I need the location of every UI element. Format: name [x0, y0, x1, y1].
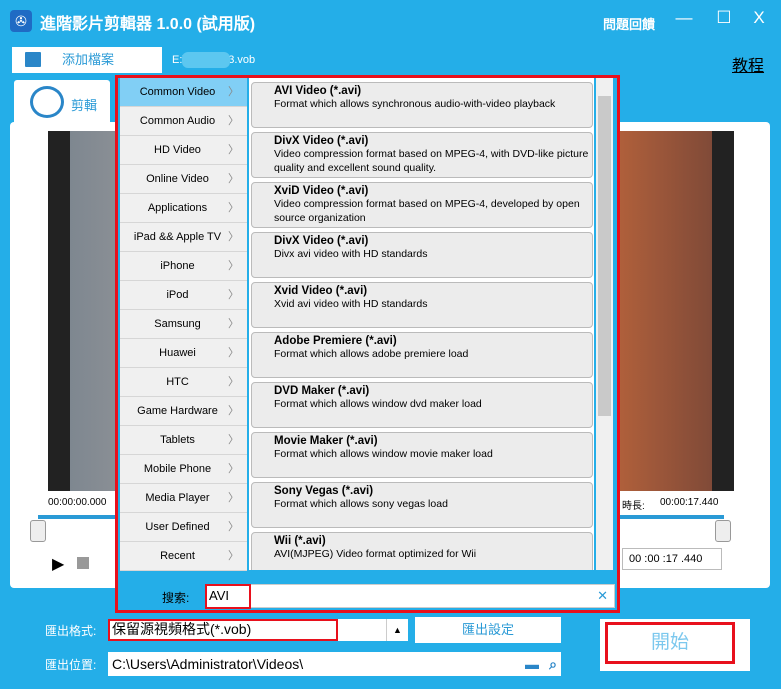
format-item[interactable]: AVI Video (*.avi) Format which allows syn… — [251, 82, 593, 128]
export-location-label: 匯出位置: — [45, 658, 97, 672]
category-list: Common Video 〉 Common Audio 〉 HD Video 〉 On… — [120, 78, 247, 571]
start-time: 00:00:00.000 — [48, 497, 107, 508]
chevron-right-icon: 〉 — [228, 173, 239, 185]
category-item[interactable]: HD Video 〉 — [120, 136, 247, 165]
stop-button[interactable] — [77, 557, 89, 569]
chevron-right-icon: 〉 — [228, 260, 239, 272]
chevron-right-icon: 〉 — [228, 405, 239, 417]
maximize-button[interactable]: ☐ — [712, 8, 736, 28]
chevron-right-icon: 〉 — [228, 376, 239, 388]
export-format-select[interactable]: 保留源視頻格式(*.vob) ▲ — [108, 619, 408, 641]
chevron-right-icon: 〉 — [228, 115, 239, 127]
format-popup: Common Video 〉 Common Audio 〉 HD Video 〉 On… — [115, 75, 620, 613]
caret-up-icon[interactable]: ▲ — [386, 619, 408, 641]
category-item[interactable]: iPhone 〉 — [120, 252, 247, 281]
app-logo-icon: ✇ — [10, 10, 32, 32]
end-trim-handle[interactable] — [715, 520, 731, 542]
category-item[interactable]: Game Hardware 〉 — [120, 397, 247, 426]
add-file-button[interactable]: 添加檔案 — [12, 47, 162, 73]
chevron-right-icon: 〉 — [228, 202, 239, 214]
feedback-link[interactable]: 問題回饋 — [603, 14, 655, 33]
play-button[interactable]: ▶ — [52, 554, 64, 574]
category-item[interactable]: Recent 〉 — [120, 542, 247, 571]
category-item[interactable]: Huawei 〉 — [120, 339, 247, 368]
start-button[interactable]: 開始 — [600, 619, 750, 671]
category-item[interactable]: iPod 〉 — [120, 281, 247, 310]
search-label: 搜索: — [162, 591, 190, 605]
chevron-right-icon: 〉 — [228, 347, 239, 359]
search-input[interactable]: AVI ✕ — [205, 584, 615, 609]
format-item[interactable]: Adobe Premiere (*.avi) Format which allow… — [251, 332, 593, 378]
category-item[interactable]: Common Audio 〉 — [120, 107, 247, 136]
format-item[interactable]: Xvid Video (*.avi) Xvid avi video with HD… — [251, 282, 593, 328]
category-item[interactable]: iPad && Apple TV 〉 — [120, 223, 247, 252]
close-button[interactable]: X — [747, 8, 771, 28]
category-item[interactable]: Mobile Phone 〉 — [120, 455, 247, 484]
format-list-scrollbar[interactable] — [596, 78, 613, 570]
clear-search-icon[interactable]: ✕ — [597, 585, 608, 607]
chevron-right-icon: 〉 — [228, 318, 239, 330]
export-settings-button[interactable]: 匯出設定 — [415, 617, 561, 643]
search-highlight — [205, 584, 251, 609]
chevron-right-icon: 〉 — [228, 521, 239, 533]
scrollbar-thumb[interactable] — [598, 96, 611, 416]
chevron-right-icon: 〉 — [228, 289, 239, 301]
category-item[interactable]: Media Player 〉 — [120, 484, 247, 513]
chevron-right-icon: 〉 — [228, 144, 239, 156]
format-item[interactable]: DivX Video (*.avi) Divx avi video with HD… — [251, 232, 593, 278]
category-item[interactable]: Applications 〉 — [120, 194, 247, 223]
format-list: AVI Video (*.avi) Format which allows syn… — [249, 78, 594, 570]
format-highlight — [108, 619, 338, 641]
window-title: 進階影片剪輯器 1.0.0 (試用版) — [40, 16, 256, 33]
export-location-input[interactable]: C:\Users\Administrator\Videos\ ▬ ⌕ — [108, 652, 561, 676]
format-item[interactable]: DVD Maker (*.avi) Format which allows win… — [251, 382, 593, 428]
chevron-right-icon: 〉 — [228, 463, 239, 475]
scissors-film-icon — [30, 86, 64, 118]
category-item[interactable]: Samsung 〉 — [120, 310, 247, 339]
add-folder-icon — [25, 52, 41, 67]
end-time-spinner[interactable]: 00 :00 :17 .440 — [622, 548, 722, 570]
minimize-button[interactable]: — — [672, 8, 696, 28]
tab-edit-label: 剪輯 — [71, 98, 98, 113]
chevron-right-icon: 〉 — [228, 492, 239, 504]
export-location-value: C:\Users\Administrator\Videos\ — [112, 656, 304, 672]
category-item[interactable]: HTC 〉 — [120, 368, 247, 397]
folder-icon[interactable]: ▬ — [525, 652, 539, 676]
category-item[interactable]: Online Video 〉 — [120, 165, 247, 194]
start-label: 開始 — [605, 622, 735, 664]
format-item[interactable]: Sony Vegas (*.avi) Format which allows so… — [251, 482, 593, 528]
category-common-video[interactable]: Common Video 〉 — [120, 78, 247, 107]
format-item[interactable]: Movie Maker (*.avi) Format which allows w… — [251, 432, 593, 478]
format-item[interactable]: XviD Video (*.avi) Video compression form… — [251, 182, 593, 228]
redacted-path — [182, 52, 230, 68]
tutorial-link[interactable]: 教程 — [732, 52, 764, 76]
category-item[interactable]: User Defined 〉 — [120, 513, 247, 542]
export-format-label: 匯出格式: — [45, 624, 97, 638]
duration-value: 00:00:17.440 — [660, 497, 719, 508]
format-item[interactable]: DivX Video (*.avi) Video compression form… — [251, 132, 593, 178]
format-item[interactable]: Wii (*.avi) AVI(MJPEG) Video format optim… — [251, 532, 593, 570]
chevron-right-icon: 〉 — [228, 86, 239, 98]
start-trim-handle[interactable] — [30, 520, 46, 542]
add-file-label: 添加檔案 — [62, 52, 115, 67]
chevron-right-icon: 〉 — [228, 550, 239, 562]
chevron-right-icon: 〉 — [228, 231, 239, 243]
duration-label: 時長: — [622, 501, 645, 512]
category-item[interactable]: Tablets 〉 — [120, 426, 247, 455]
tab-edit[interactable]: 剪輯 — [14, 80, 110, 125]
search-icon[interactable]: ⌕ — [549, 652, 557, 676]
chevron-right-icon: 〉 — [228, 434, 239, 446]
